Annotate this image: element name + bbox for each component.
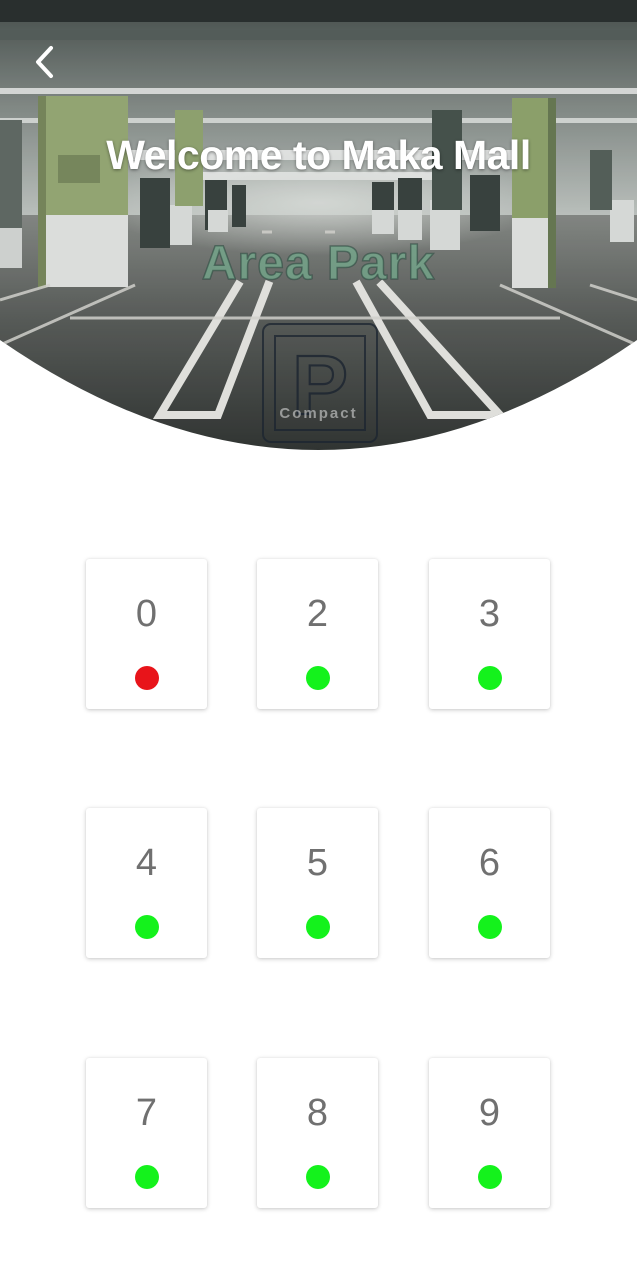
parking-slot-card[interactable]: 0 [86,559,207,709]
parking-slot-card[interactable]: 6 [429,808,550,958]
slot-number: 8 [306,1092,329,1134]
back-button[interactable] [24,40,64,84]
slot-status-indicator [135,915,159,939]
slot-number: 3 [478,593,501,635]
chevron-left-icon [36,46,53,78]
parking-slot-card[interactable]: 3 [429,559,550,709]
slot-status-indicator [478,1165,502,1189]
slot-status-indicator [135,666,159,690]
parking-slot-card[interactable]: 4 [86,808,207,958]
slot-number: 4 [135,842,158,884]
parking-slot-card[interactable]: 5 [257,808,378,958]
compact-floor-label: Compact [279,405,358,422]
parking-slot-card[interactable]: 7 [86,1058,207,1208]
parking-slot-card[interactable]: 8 [257,1058,378,1208]
slot-number: 0 [135,593,158,635]
parking-slot-card[interactable]: 2 [257,559,378,709]
slot-status-indicator [306,1165,330,1189]
slot-status-indicator [478,915,502,939]
slot-number: 6 [478,842,501,884]
slot-number: 5 [306,842,329,884]
slot-status-indicator [478,666,502,690]
parking-sign-icon: P [262,323,378,443]
slot-number: 9 [478,1092,501,1134]
slot-status-indicator [306,666,330,690]
slot-number: 7 [135,1092,158,1134]
parking-slot-card[interactable]: 9 [429,1058,550,1208]
slot-status-indicator [135,1165,159,1189]
area-label: Area Park [201,236,436,291]
slot-status-indicator [306,915,330,939]
slot-number: 2 [306,593,329,635]
page-title: Welcome to Maka Mall [106,132,531,178]
parking-screen: Welcome to Maka Mall Area Park P Compact… [0,0,637,1280]
hero-banner: Welcome to Maka Mall Area Park P Compact [0,0,637,472]
